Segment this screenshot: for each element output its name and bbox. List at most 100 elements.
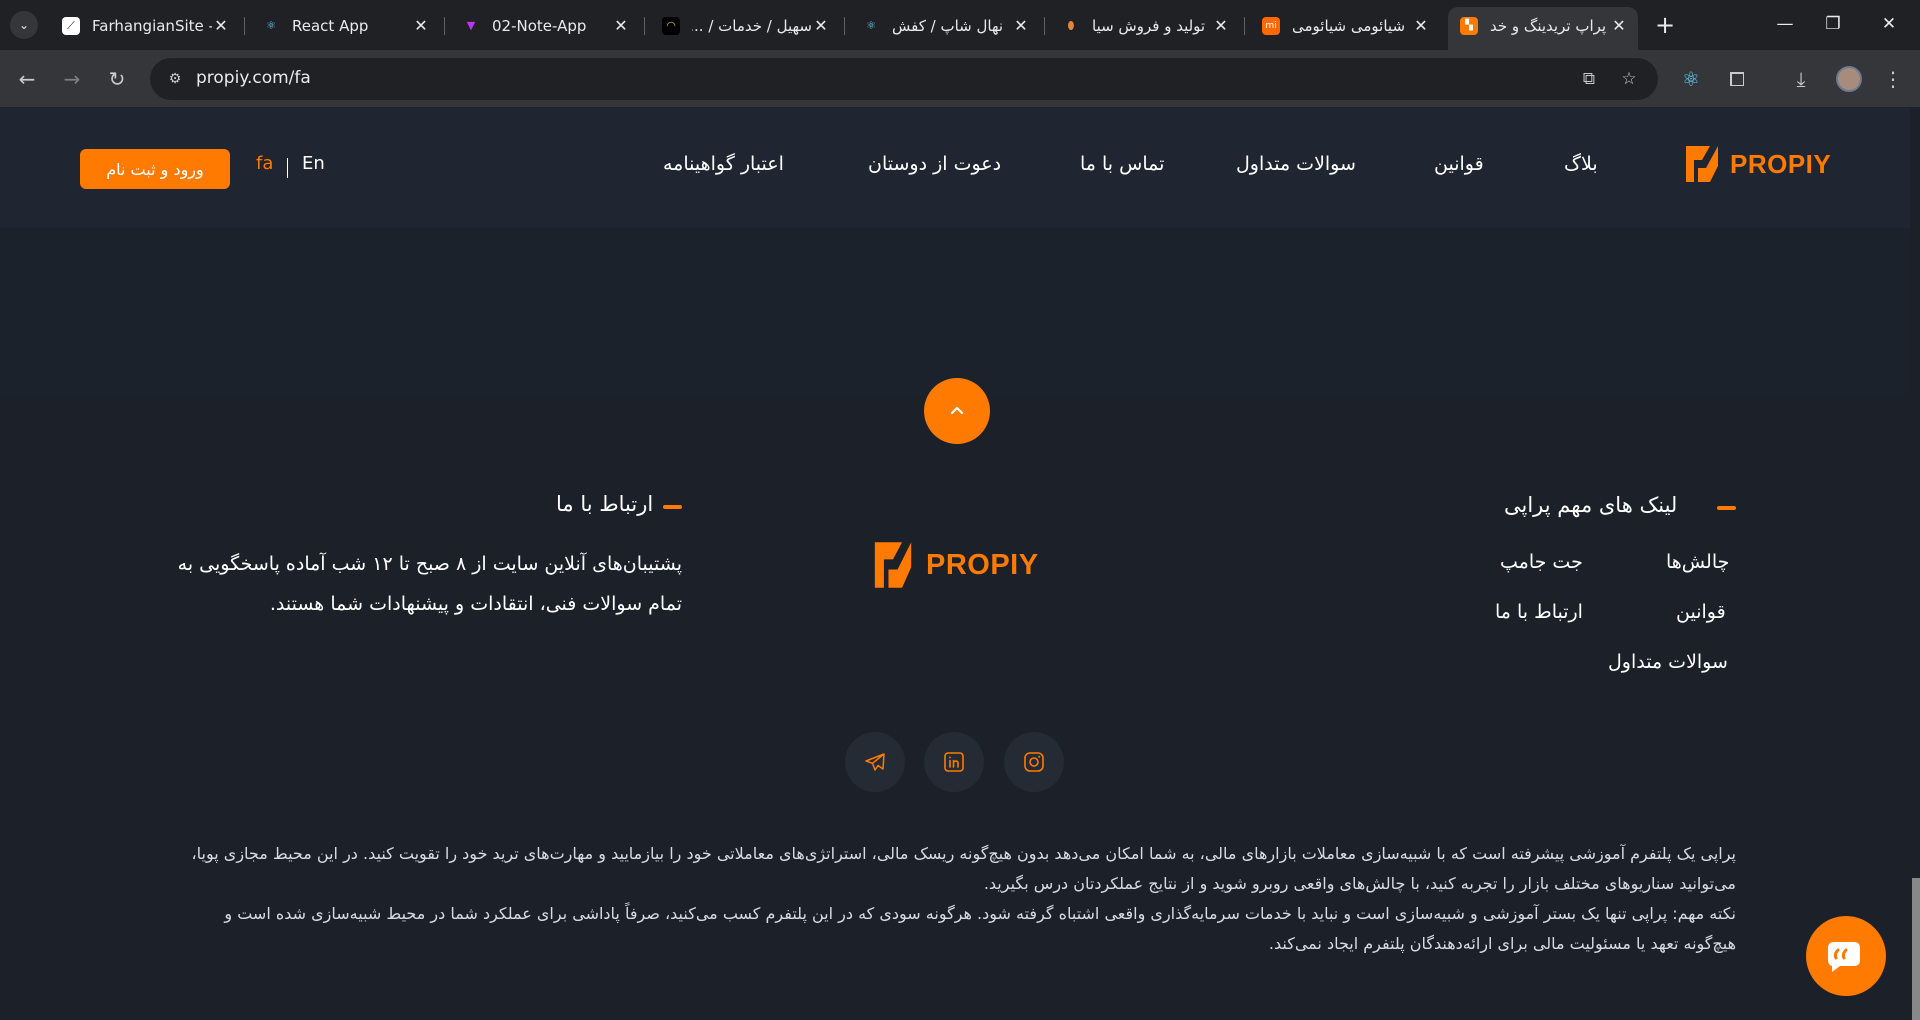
profile-avatar[interactable] [1836,66,1862,92]
tab-separator [1244,17,1245,35]
login-register-button[interactable]: ورود و ثبت نام [80,149,230,189]
download-icon[interactable]: ⤓ [1784,62,1818,96]
close-icon[interactable]: ✕ [1012,16,1030,35]
disclaimer-paragraph-2: نکته مهم: پراپی تنها یک بستر آموزشی و شب… [224,904,1736,953]
header-logo[interactable]: PROPIY [1682,144,1831,184]
linkedin-icon [944,752,964,772]
tab-title: سهیل / خدمات / ... [692,16,812,35]
close-window-icon[interactable]: ✕ [1866,8,1912,40]
tab-propiy[interactable]: ▚ پراپ تریدینگ و خد ✕ [1448,7,1638,50]
tab-title: نهال شاپ / کفش [892,16,1004,35]
footer-link-contact[interactable]: ارتباط با ما [1495,601,1583,623]
footer-link-jet-jump[interactable]: جت جامپ [1500,551,1583,573]
footer-link-rules[interactable]: قوانین [1676,601,1726,623]
url-text[interactable]: propiy.com/fa [196,68,311,88]
link-favicon-icon: ⟋ [62,16,80,35]
tab-note-app[interactable]: ▼ 02-Note-App ✕ [450,9,640,42]
disclaimer-paragraph-1: پراپی یک پلتفرم آموزشی پیشرفته است که با… [191,844,1737,893]
propiy-logo-icon [1686,146,1718,182]
logo-wordmark: PROPIY [926,548,1039,581]
reload-icon[interactable]: ↻ [100,62,134,96]
mi-icon: mi [1262,16,1280,35]
react-icon: ⚛ [866,19,876,32]
instagram-button[interactable] [1004,732,1064,792]
chat-icon [1828,942,1860,972]
dark-site-icon: ◠ [662,16,680,35]
instagram-icon [1024,752,1044,772]
tab-react-app[interactable]: ⚛ React App ✕ [250,9,440,42]
tab-separator [244,17,245,35]
restore-icon[interactable]: ❐ [1810,8,1856,40]
minimize-icon[interactable]: — [1762,8,1808,40]
telegram-icon [865,753,885,771]
forward-icon[interactable]: → [55,62,89,96]
new-tab-button[interactable]: + [1651,11,1679,39]
chevron-up-icon [950,406,964,415]
close-icon[interactable]: ✕ [812,16,830,35]
footer-link-challenges[interactable]: چالش‌ها [1666,551,1729,573]
browser-toolbar: ← → ↻ ⚙ propiy.com/fa ⧉ ☆ ⚛ ⧠ ⤓ ⋮ [0,50,1920,108]
close-icon[interactable]: ✕ [212,16,230,35]
page-scrollbar[interactable] [1912,108,1920,1020]
close-icon[interactable]: ✕ [612,16,630,35]
section-dash [663,505,682,509]
bookmark-star-icon[interactable]: ☆ [1618,68,1640,90]
contact-section-title: ارتباط با ما [556,492,654,516]
address-bar[interactable]: ⚙ propiy.com/fa ⧉ ☆ [150,58,1658,100]
nav-certificate-validation[interactable]: اعتبار گواهینامه [663,153,784,175]
links-section-title: لینک های مهم پراپی [1504,493,1678,517]
nav-faq[interactable]: سوالات متداول [1236,153,1356,175]
scrollbar-thumb[interactable] [1912,878,1920,1020]
translate-icon[interactable]: ⧉ [1578,68,1600,90]
content-band [0,228,1910,398]
drop-icon: ⬮ [1067,18,1075,32]
tab-title: تولید و فروش سیا [1092,16,1206,35]
chat-widget-button[interactable] [1806,916,1886,996]
nav-blog[interactable]: بلاگ [1564,153,1598,175]
close-icon[interactable]: ✕ [1212,16,1230,35]
react-icon: ⚛ [266,19,276,32]
propiy-icon: ▚ [1460,16,1478,35]
contact-description: پشتیبان‌های آنلاین سایت از ۸ صبح تا ۱۲ ش… [177,553,682,615]
menu-icon[interactable]: ⋮ [1876,62,1910,96]
propiy-logo-icon [874,542,912,588]
close-icon[interactable]: ✕ [412,16,430,35]
scroll-to-top-button[interactable] [924,378,990,444]
tab-title: React App [292,16,369,35]
close-icon[interactable]: ✕ [1610,16,1628,35]
lang-fa[interactable]: fa [256,153,273,174]
site-settings-icon[interactable]: ⚙ [164,68,186,90]
tab-nahal-shop[interactable]: ⚛ نهال شاپ / کفش ✕ [850,9,1040,42]
lang-en[interactable]: En [302,153,325,174]
footer-logo[interactable]: PROPIY [870,540,1039,590]
tab-separator [1044,17,1045,35]
nav-invite-friends[interactable]: دعوت از دوستان [868,153,1001,175]
tab-tolid[interactable]: ⬮ تولید و فروش سیا ✕ [1050,9,1240,42]
back-icon[interactable]: ← [10,62,44,96]
tab-title: شیائومی شیائومی [1292,16,1406,35]
telegram-button[interactable] [845,732,905,792]
tab-farhangian[interactable]: ⟋ FarhangianSite - ✕ [50,9,240,42]
logo-wordmark: PROPIY [1730,148,1832,179]
linkedin-button[interactable] [924,732,984,792]
tab-separator [444,17,445,35]
page: PROPIY بلاگ قوانین سوالات متداول تماس با… [0,108,1920,1020]
lang-separator [287,158,288,178]
tab-separator [644,17,645,35]
tab-separator [844,17,845,35]
extensions-icon[interactable]: ⧠ [1720,62,1754,96]
disclaimer: پراپی یک پلتفرم آموزشی پیشرفته است که با… [170,839,1737,959]
tab-search-button[interactable]: ⌄ [10,11,38,39]
tab-title: 02-Note-App [492,16,587,35]
tab-xiaomi[interactable]: mi شیائومی شیائومی ✕ [1250,9,1440,42]
footer-link-faq[interactable]: سوالات متداول [1608,651,1728,673]
tab-title: FarhangianSite - [92,16,212,35]
nav-rules[interactable]: قوانین [1434,153,1484,175]
vite-icon: ▼ [466,19,476,32]
tab-title: پراپ تریدینگ و خد [1490,16,1607,35]
close-icon[interactable]: ✕ [1412,16,1430,35]
nav-contact[interactable]: تماس با ما [1080,153,1164,175]
tab-soheil[interactable]: ◠ سهیل / خدمات / ... ✕ [650,9,840,42]
react-devtools-icon[interactable]: ⚛ [1674,62,1708,96]
site-header: PROPIY بلاگ قوانین سوالات متداول تماس با… [0,108,1910,228]
